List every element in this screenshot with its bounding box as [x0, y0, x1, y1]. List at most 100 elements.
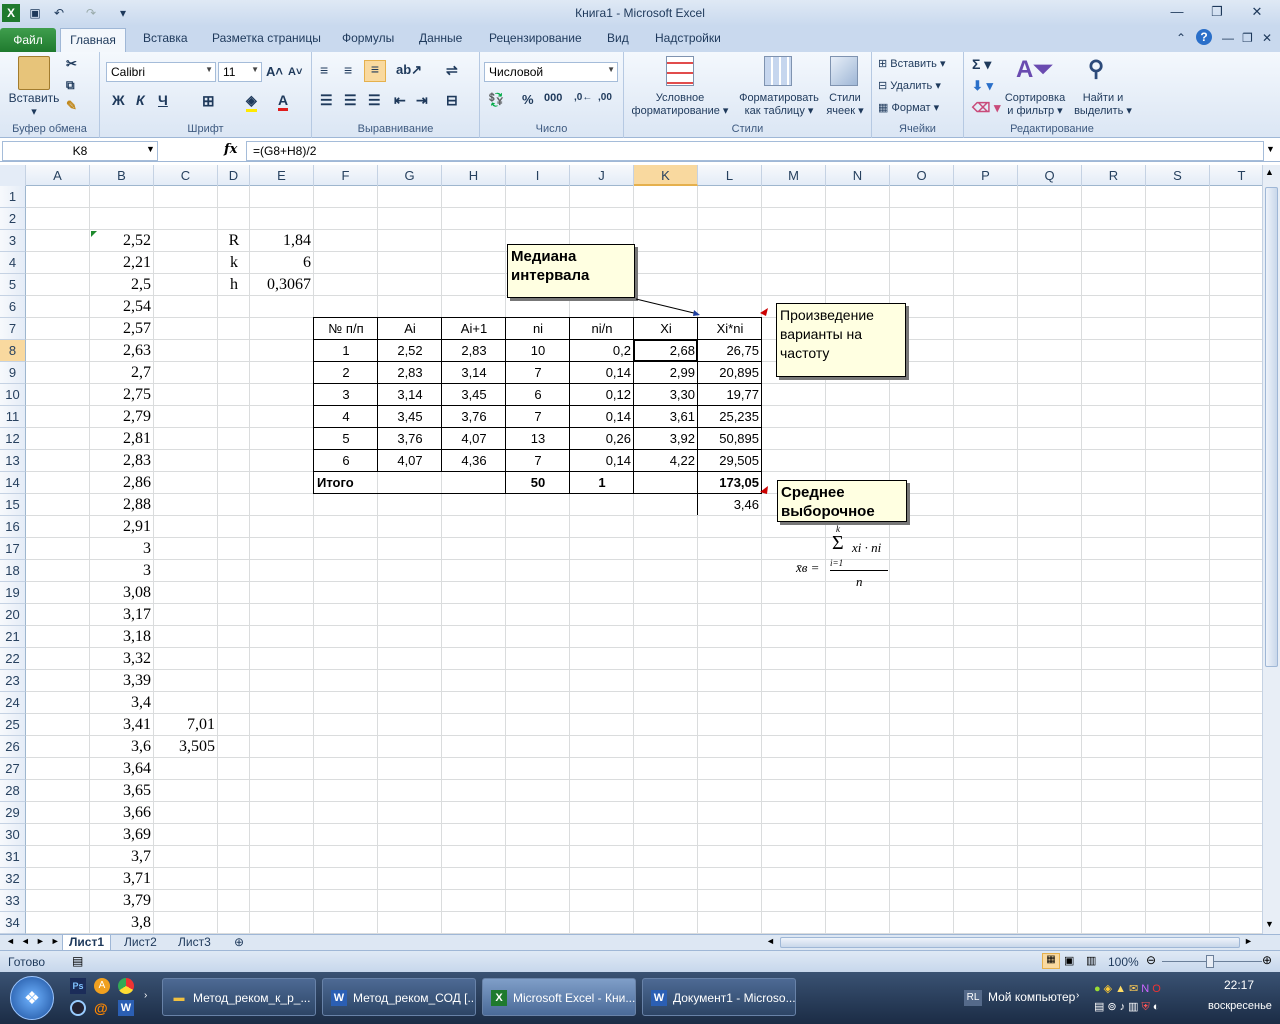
cell-b5[interactable]: 2,5	[90, 274, 154, 296]
mail-icon[interactable]: @	[94, 1000, 110, 1016]
horizontal-scroll-thumb[interactable]	[780, 937, 1240, 948]
cell-b4[interactable]: 2,21	[90, 252, 154, 274]
table-header[interactable]: Ai	[378, 318, 442, 340]
param-value-r[interactable]: 1,84	[250, 230, 314, 252]
cell-b8[interactable]: 2,63	[90, 340, 154, 362]
cell-b19[interactable]: 3,08	[90, 582, 154, 604]
security-icon[interactable]: ⛨	[1142, 1001, 1153, 1013]
sheet-tab-2[interactable]: Лист2	[118, 935, 163, 951]
language-indicator[interactable]: RL	[964, 990, 982, 1006]
table-cell[interactable]: 6	[314, 450, 378, 472]
cell-b20[interactable]: 3,17	[90, 604, 154, 626]
start-button-icon[interactable]: ❖	[10, 976, 54, 1020]
clock-day[interactable]: воскресенье	[1208, 1000, 1272, 1012]
total-ni[interactable]: 50	[506, 472, 570, 494]
page-break-view-icon[interactable]: ▥	[1086, 954, 1096, 967]
table-header[interactable]: № п/п	[314, 318, 378, 340]
task-folder[interactable]: ▬ Метод_реком_к_р_...	[162, 978, 316, 1016]
cell-b32[interactable]: 3,71	[90, 868, 154, 890]
cell-b15[interactable]: 2,88	[90, 494, 154, 516]
cell-b23[interactable]: 3,39	[90, 670, 154, 692]
cell-b25[interactable]: 3,41	[90, 714, 154, 736]
onenote-icon[interactable]: N	[1141, 983, 1152, 995]
cell-c26[interactable]: 3,505	[154, 736, 218, 758]
volume-icon[interactable]: ♪	[1120, 1001, 1129, 1013]
word-quick-icon[interactable]: W	[118, 1000, 134, 1016]
cell-b31[interactable]: 3,7	[90, 846, 154, 868]
cell-b7[interactable]: 2,57	[90, 318, 154, 340]
cell-b6[interactable]: 2,54	[90, 296, 154, 318]
tray-icon-4[interactable]: ✉	[1129, 983, 1141, 995]
table-cell[interactable]: 4,07	[378, 450, 442, 472]
vertical-scroll-thumb[interactable]	[1265, 187, 1278, 667]
table-cell[interactable]: 5	[314, 428, 378, 450]
param-value-k[interactable]: 6	[250, 252, 314, 274]
normal-view-icon[interactable]: ▦	[1042, 953, 1060, 969]
table-cell[interactable]: 2	[314, 362, 378, 384]
cell-b11[interactable]: 2,79	[90, 406, 154, 428]
my-computer-toolbar[interactable]: Мой компьютер	[988, 990, 1075, 1004]
cell-b33[interactable]: 3,79	[90, 890, 154, 912]
vertical-scrollbar[interactable]: ▲ ▼	[1262, 165, 1280, 934]
tray-icon-1[interactable]: ●	[1094, 983, 1104, 995]
table-cell[interactable]: 2,83	[378, 362, 442, 384]
table-cell[interactable]: 4	[314, 406, 378, 428]
table-cell[interactable]: 7	[506, 450, 570, 472]
cell-b13[interactable]: 2,83	[90, 450, 154, 472]
task-word-1[interactable]: W Метод_реком_СОД [...	[322, 978, 476, 1016]
table-cell[interactable]: 3,76	[378, 428, 442, 450]
cell-b16[interactable]: 2,91	[90, 516, 154, 538]
param-name-r[interactable]: R	[218, 230, 250, 252]
mean-formula-image[interactable]: k Σ i=1 xi · ni x̄в = n	[796, 522, 896, 594]
table-cell[interactable]: 7	[506, 362, 570, 384]
photoshop-icon[interactable]: Ps	[70, 978, 86, 994]
scroll-left-icon[interactable]: ◄	[766, 936, 775, 946]
table-cell[interactable]: 3,45	[378, 406, 442, 428]
task-excel[interactable]: X Microsoft Excel - Кни...	[482, 978, 636, 1016]
new-sheet-icon[interactable]: ⊕	[228, 935, 250, 951]
sheet-tab-1[interactable]: Лист1	[62, 935, 112, 951]
zoom-in-icon[interactable]: ⊕	[1262, 953, 1272, 967]
clock-time[interactable]: 22:17	[1224, 978, 1254, 992]
tray-icon-2[interactable]: ◈	[1104, 983, 1115, 995]
table-cell[interactable]: 2,83	[442, 340, 506, 362]
table-cell[interactable]: 13	[506, 428, 570, 450]
expand-formula-icon[interactable]: ▼	[1266, 144, 1275, 154]
cell-b28[interactable]: 3,65	[90, 780, 154, 802]
opera-icon[interactable]: O	[1152, 983, 1164, 995]
cell-b21[interactable]: 3,18	[90, 626, 154, 648]
cell-b18[interactable]: 3	[90, 560, 154, 582]
tray-icon-5[interactable]: ▤	[1094, 1001, 1107, 1013]
table-cell[interactable]: 10	[506, 340, 570, 362]
table-cell[interactable]: 3,14	[442, 362, 506, 384]
table-cell[interactable]: 3,45	[442, 384, 506, 406]
cell-b24[interactable]: 3,4	[90, 692, 154, 714]
table-header[interactable]: ni	[506, 318, 570, 340]
doc-close-icon[interactable]: ✕	[1262, 31, 1272, 45]
param-value-h[interactable]: 0,3067	[250, 274, 314, 296]
media-icon[interactable]	[70, 1000, 86, 1016]
cell-b14[interactable]: 2,86	[90, 472, 154, 494]
table-cell[interactable]: 3,76	[442, 406, 506, 428]
aimp-icon[interactable]: A	[94, 978, 110, 994]
scroll-right-icon[interactable]: ►	[1244, 936, 1253, 946]
tray-icon-7[interactable]: ◐	[1153, 1001, 1163, 1013]
cell-b34[interactable]: 3,8	[90, 912, 154, 934]
table-cell[interactable]: 3,14	[378, 384, 442, 406]
cell-b27[interactable]: 3,64	[90, 758, 154, 780]
zoom-out-icon[interactable]: ⊖	[1146, 953, 1156, 967]
cell-b3[interactable]: 2,52	[90, 230, 154, 252]
zoom-level[interactable]: 100%	[1108, 955, 1139, 969]
toolbar-expand-icon[interactable]: ›	[1076, 990, 1079, 1001]
task-word-2[interactable]: W Документ1 - Microso...	[642, 978, 796, 1016]
cell-b12[interactable]: 2,81	[90, 428, 154, 450]
zoom-slider-thumb[interactable]	[1206, 955, 1214, 968]
tray-icon-3[interactable]: ▲	[1115, 983, 1129, 995]
sheet-nav-icon[interactable]: ◄◄►►	[6, 936, 66, 946]
scroll-down-icon[interactable]: ▼	[1265, 919, 1274, 929]
table-cell[interactable]: 2,52	[378, 340, 442, 362]
quicklaunch-expand-icon[interactable]: ›	[144, 990, 147, 1001]
table-cell[interactable]: 3	[314, 384, 378, 406]
cell-b10[interactable]: 2,75	[90, 384, 154, 406]
tray-icon-6[interactable]: ⊚	[1107, 1001, 1119, 1013]
